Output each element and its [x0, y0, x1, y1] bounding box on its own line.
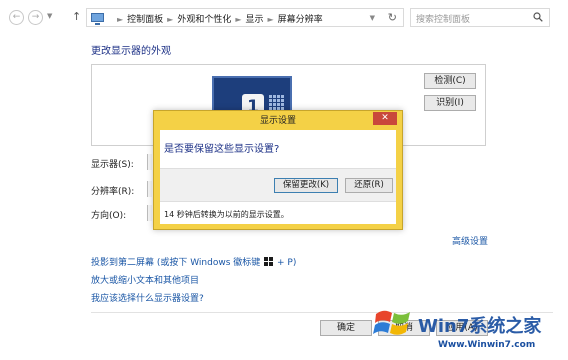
countdown-text: 14 秒钟后转换为以前的显示设置。: [164, 210, 289, 219]
keep-changes-button[interactable]: 保留更改(K): [274, 178, 338, 193]
windows-logo-icon: [264, 257, 274, 266]
advanced-settings-link[interactable]: 高级设置: [452, 234, 488, 247]
navigation-bar: ← → ▼ ↑ ► 控制面板 ► 外观和个性化 ► 显示 ► 屏幕分辨率 ▼ ↻ 搜索控制面板: [0, 0, 568, 34]
refresh-icon[interactable]: ↻: [388, 11, 397, 24]
detect-button[interactable]: 检测(C): [424, 73, 476, 89]
resolution-label: 分辨率(R):: [91, 187, 135, 197]
recent-pages-chevron-icon[interactable]: ▼: [47, 12, 52, 20]
ok-button[interactable]: 确定: [320, 320, 372, 336]
dialog-title: 显示设置: [259, 116, 296, 126]
project-link-text: 投影到第二屏幕 (或按下 Windows 徽标键: [91, 258, 261, 268]
breadcrumb-display[interactable]: 显示: [246, 15, 264, 25]
breadcrumb-chevron-icon: ►: [117, 15, 124, 24]
page-title: 更改显示器的外观: [91, 46, 171, 57]
breadcrumb-resolution[interactable]: 屏幕分辨率: [278, 15, 323, 25]
revert-button[interactable]: 还原(R): [345, 178, 393, 193]
dialog-body: 是否要保留这些显示设置? 保留更改(K) 还原(R) 14 秒钟后转换为以前的显…: [160, 130, 396, 224]
search-icon[interactable]: [533, 12, 543, 22]
watermark-title: Win7系统之家: [418, 316, 542, 337]
address-dropdown-icon[interactable]: ▼: [370, 14, 375, 22]
project-second-screen-link[interactable]: 投影到第二屏幕 (或按下 Windows 徽标键 + P): [91, 255, 296, 268]
breadcrumb-appearance[interactable]: 外观和个性化: [177, 15, 231, 25]
text-size-link[interactable]: 放大或缩小文本和其他项目: [91, 273, 199, 286]
display-label: 显示器(S):: [91, 160, 134, 170]
dialog-button-bar: 保留更改(K) 还原(R): [160, 168, 396, 202]
breadcrumb-chevron-icon: ►: [235, 15, 242, 24]
breadcrumb-chevron-icon: ►: [267, 15, 274, 24]
which-settings-link[interactable]: 我应该选择什么显示器设置?: [91, 291, 204, 304]
address-bar[interactable]: ► 控制面板 ► 外观和个性化 ► 显示 ► 屏幕分辨率 ▼ ↻: [86, 8, 404, 27]
display-select[interactable]: [147, 154, 152, 170]
resolution-select[interactable]: [147, 181, 152, 197]
watermark-url: Www.Winwin7.com: [438, 340, 536, 350]
search-placeholder: 搜索控制面板: [416, 15, 471, 25]
back-arrow-icon[interactable]: ←: [9, 10, 24, 25]
breadcrumb: ► 控制面板 ► 外观和个性化 ► 显示 ► 屏幕分辨率: [113, 12, 323, 25]
breadcrumb-chevron-icon: ►: [167, 15, 174, 24]
windows-flag-watermark-icon: [373, 310, 410, 335]
project-link-suffix: + P): [277, 258, 297, 268]
control-panel-icon: [91, 13, 104, 25]
display-settings-dialog: 显示设置 ✕ 是否要保留这些显示设置? 保留更改(K) 还原(R) 14 秒钟后…: [153, 110, 403, 230]
breadcrumb-control-panel[interactable]: 控制面板: [127, 15, 163, 25]
up-arrow-icon[interactable]: ↑: [72, 10, 81, 23]
orientation-label: 方向(O):: [91, 211, 127, 221]
search-input[interactable]: 搜索控制面板: [410, 8, 550, 27]
dialog-question: 是否要保留这些显示设置?: [164, 144, 280, 155]
forward-arrow-icon[interactable]: →: [28, 10, 43, 25]
close-icon[interactable]: ✕: [373, 112, 397, 125]
identify-button[interactable]: 识别(I): [424, 95, 476, 111]
orientation-select[interactable]: [147, 205, 152, 221]
